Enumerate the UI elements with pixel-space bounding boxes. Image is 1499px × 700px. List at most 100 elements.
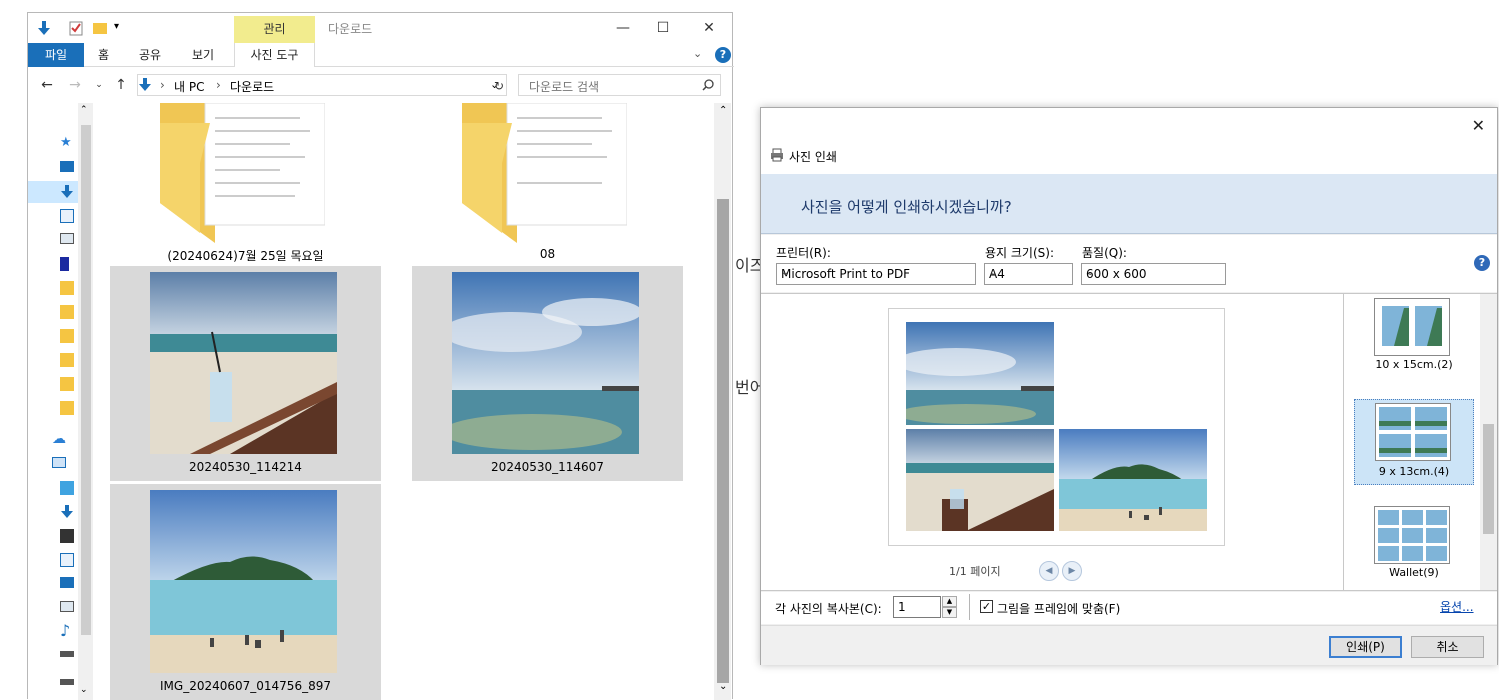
downloads-nav-icon[interactable] <box>60 185 74 199</box>
forward-icon[interactable]: → <box>66 75 84 95</box>
item-name: 08 <box>539 247 556 261</box>
tab-picture-tools[interactable]: 사진 도구 <box>234 43 315 67</box>
drive-icon[interactable] <box>60 679 74 685</box>
scroll-up-icon[interactable]: ⌃ <box>719 105 727 116</box>
preview-photo-sea <box>906 322 1054 425</box>
photo-tile[interactable]: IMG_20240607_014756_897 <box>110 484 381 700</box>
ribbon-tabs: 파일 홈 공유 보기 사진 도구 ⌄ ? <box>28 43 734 67</box>
nav-scroll-up-icon[interactable]: ⌃ <box>80 105 88 115</box>
documents-icon[interactable] <box>60 209 74 223</box>
tab-view[interactable]: 보기 <box>192 43 214 67</box>
content-scrollbar-thumb[interactable] <box>717 199 729 683</box>
dialog-close-button[interactable]: ✕ <box>1472 116 1485 135</box>
layout-label: Wallet(9) <box>1389 566 1439 579</box>
print-button[interactable]: 인쇄(P) <box>1329 636 1402 658</box>
folder-icon[interactable] <box>60 377 74 391</box>
3d-objects-icon[interactable] <box>60 481 74 495</box>
folder-thumbnail <box>160 103 325 243</box>
divider <box>969 594 970 620</box>
copies-decrement-button[interactable]: ▼ <box>942 607 957 618</box>
layout-9x13[interactable]: 9 x 13cm.(4) <box>1354 399 1474 485</box>
folder-tile[interactable]: 08 <box>412 103 683 263</box>
local-disk-icon[interactable] <box>60 651 74 657</box>
nav-scroll-down-icon[interactable]: ⌄ <box>80 685 88 695</box>
downloads-pc-icon[interactable] <box>60 505 74 519</box>
maximize-button[interactable]: ☐ <box>648 17 678 39</box>
layout-10x15[interactable]: 10 x 15cm.(2) <box>1354 296 1474 382</box>
videos-icon[interactable] <box>60 529 74 543</box>
close-button[interactable]: ✕ <box>694 17 724 39</box>
photo-tile[interactable]: 20240530_114214 <box>110 266 381 481</box>
download-icon[interactable] <box>36 20 52 36</box>
copies-row: 각 사진의 복사본(C): 1 ▲ ▼ ✓ 그림을 프레임에 맞춤(F) 옵션.… <box>761 592 1497 624</box>
layout-list: 10 x 15cm.(2) 9 x 13cm.(4) Wallet(9) <box>1343 294 1497 590</box>
quick-access-icon[interactable]: ★ <box>60 135 74 150</box>
folder-icon[interactable] <box>60 329 74 343</box>
dialog-title-area: ✕ 사진 인쇄 <box>761 108 1497 174</box>
copies-increment-button[interactable]: ▲ <box>942 596 957 607</box>
page-indicator: 1/1 페이지 <box>949 565 1001 578</box>
tab-home[interactable]: 홈 <box>98 43 109 67</box>
folder-icon[interactable] <box>60 353 74 367</box>
paper-size-label: 용지 크기(S): <box>985 246 1054 260</box>
up-icon[interactable]: ↑ <box>112 75 130 95</box>
folder-icon[interactable] <box>60 305 74 319</box>
dialog-footer: 인쇄(P) 취소 <box>761 625 1497 665</box>
item-name: IMG_20240607_014756_897 <box>160 679 331 693</box>
pictures-pc-icon[interactable] <box>60 601 74 612</box>
folder-tile[interactable]: (20240624)7월 25일 목요일 <box>110 103 381 263</box>
desktop-pc-icon[interactable] <box>60 577 74 588</box>
breadcrumb-downloads[interactable]: 다운로드 <box>230 78 274 95</box>
printer-icon <box>771 148 783 162</box>
next-page-button[interactable]: ▶ <box>1062 561 1082 581</box>
new-folder-icon[interactable] <box>92 20 108 36</box>
fit-to-frame-checkbox[interactable]: ✓ <box>980 600 993 613</box>
ribbon-expand-icon[interactable]: ⌄ <box>693 47 702 60</box>
copies-value: 1 <box>898 600 906 614</box>
layout-scrollbar-thumb[interactable] <box>1483 424 1494 534</box>
previous-page-button[interactable]: ◀ <box>1039 561 1059 581</box>
options-link[interactable]: 옵션... <box>1440 598 1474 615</box>
pictures-icon[interactable] <box>60 233 74 244</box>
folder-icon[interactable] <box>60 401 74 415</box>
refresh-icon[interactable]: ↻ <box>490 76 508 96</box>
properties-icon[interactable] <box>68 20 84 36</box>
copies-input[interactable]: 1 <box>893 596 941 618</box>
cancel-button[interactable]: 취소 <box>1411 636 1484 658</box>
scroll-down-icon[interactable]: ⌄ <box>719 681 727 692</box>
back-icon[interactable]: ← <box>38 75 56 95</box>
item-name: (20240624)7월 25일 목요일 <box>167 249 324 263</box>
layout-thumbnail <box>1374 298 1450 356</box>
onedrive-icon[interactable]: ☁ <box>52 431 66 447</box>
recent-dropdown-icon[interactable]: ⌄ <box>90 75 108 95</box>
search-box[interactable]: 다운로드 검색 <box>518 74 721 96</box>
paper-size-select[interactable]: A4 ⌄ <box>984 263 1073 285</box>
quality-select[interactable]: 600 x 600 ⌄ <box>1081 263 1226 285</box>
layout-label: 10 x 15cm.(2) <box>1375 358 1453 371</box>
dialog-header: 사진을 어떻게 인쇄하시겠습니까? <box>761 174 1497 234</box>
tab-file[interactable]: 파일 <box>28 43 84 67</box>
help-icon[interactable]: ? <box>1474 255 1490 271</box>
photo-tile[interactable]: 20240530_114607 <box>412 266 683 481</box>
manage-context-tab[interactable]: 관리 <box>234 16 315 43</box>
desktop-icon[interactable] <box>60 161 74 172</box>
copies-label: 각 사진의 복사본(C): <box>775 602 882 616</box>
this-pc-icon[interactable] <box>52 457 66 468</box>
minimize-button[interactable]: — <box>608 17 638 39</box>
breadcrumb-this-pc[interactable]: 내 PC <box>174 78 204 95</box>
preview-photo-island <box>1059 429 1207 531</box>
music-icon[interactable]: ♪ <box>60 621 74 640</box>
qat-dropdown-icon[interactable]: ▾ <box>114 21 119 32</box>
tab-share[interactable]: 공유 <box>139 43 161 67</box>
island-beach-thumbnail <box>150 490 337 673</box>
printer-select[interactable]: Microsoft Print to PDF ⌄ <box>776 263 976 285</box>
device-icon[interactable] <box>60 257 69 271</box>
address-bar[interactable]: › 내 PC › 다운로드 ⌄ <box>137 74 507 96</box>
help-icon[interactable]: ? <box>715 47 731 63</box>
fit-to-frame-label: 그림을 프레임에 맞춤(F) <box>997 602 1121 616</box>
quality-label: 품질(Q): <box>1082 246 1127 260</box>
nav-scrollbar-thumb[interactable] <box>81 125 91 635</box>
folder-icon[interactable] <box>60 281 74 295</box>
documents-pc-icon[interactable] <box>60 553 74 567</box>
layout-wallet[interactable]: Wallet(9) <box>1354 504 1474 590</box>
